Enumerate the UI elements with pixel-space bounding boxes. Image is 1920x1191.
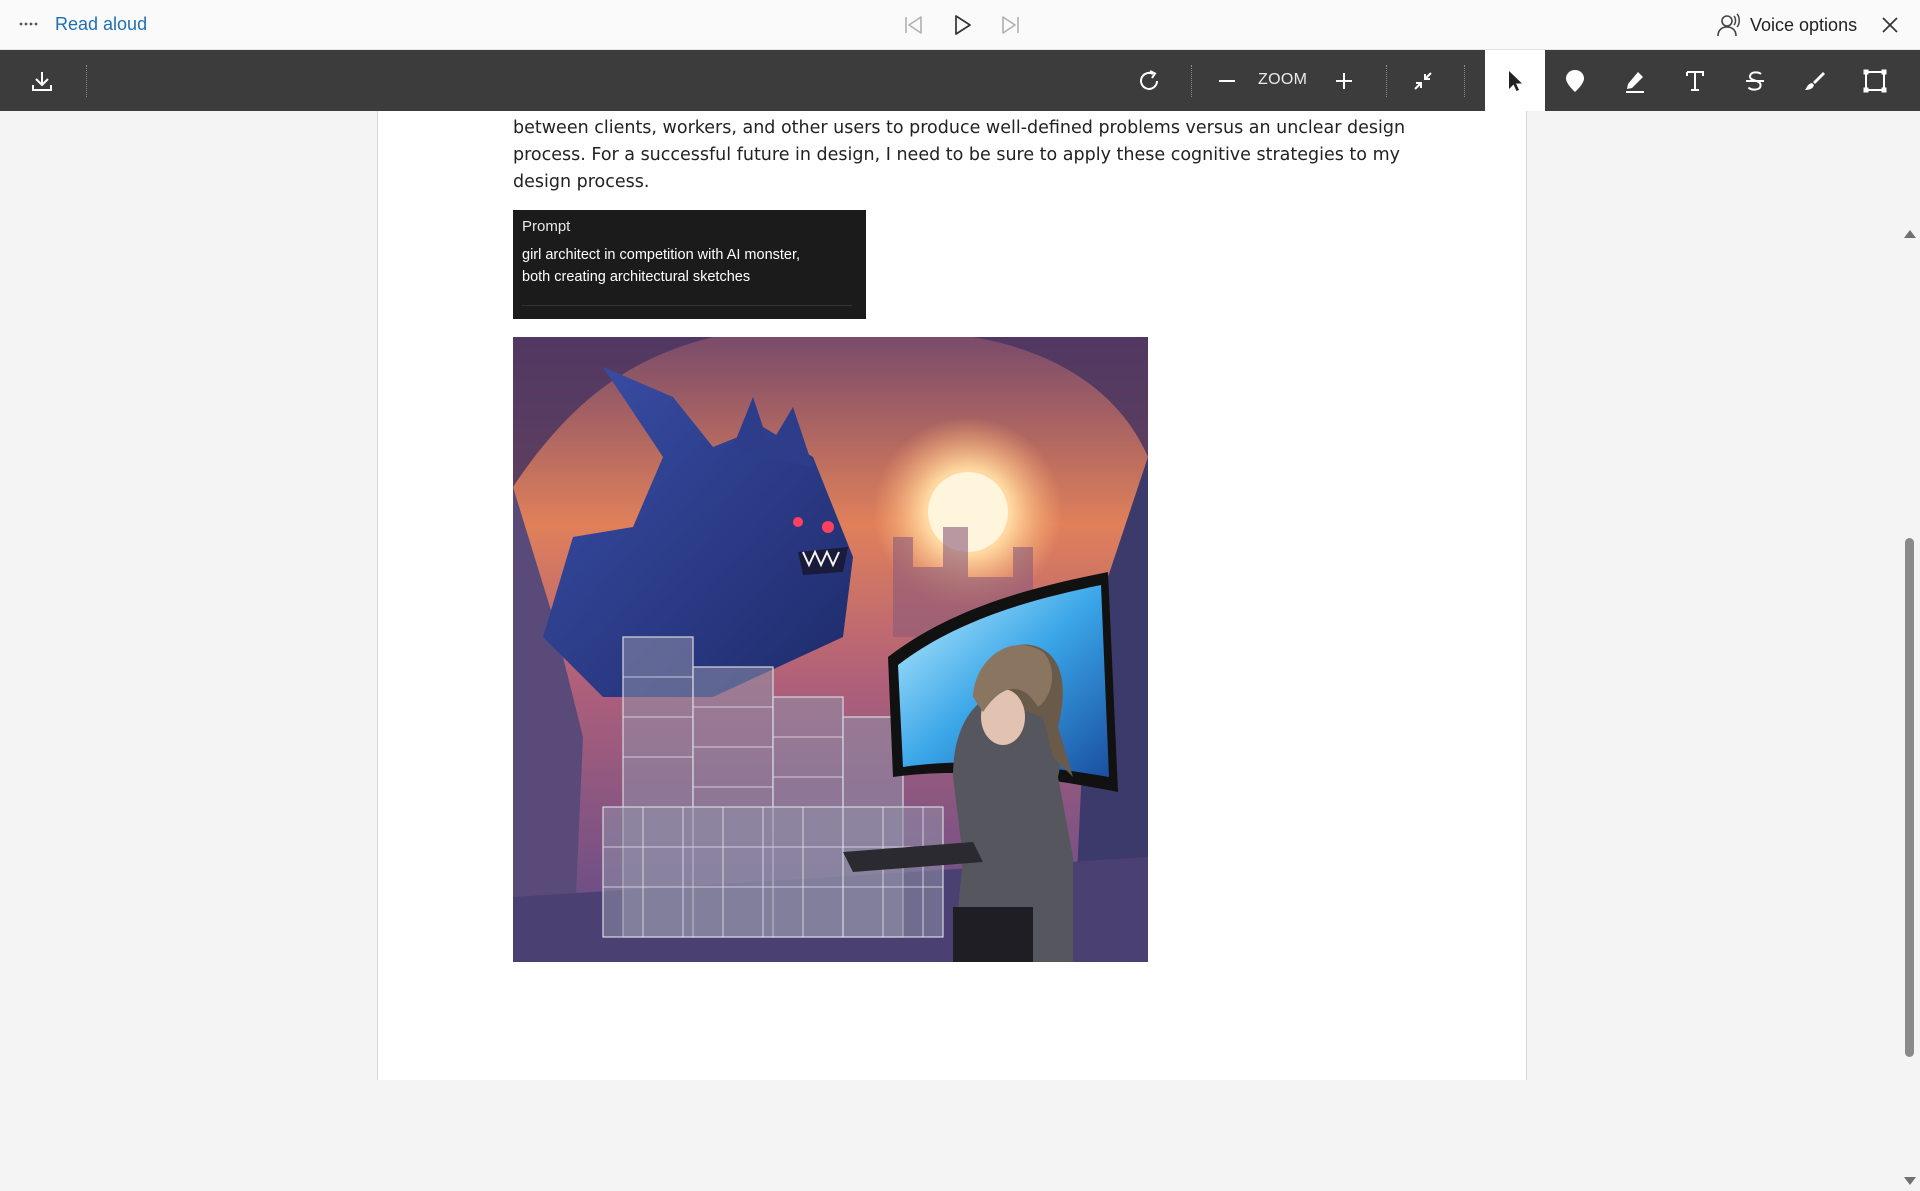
- zoom-label: ZOOM: [1258, 71, 1308, 88]
- read-aloud-bar: Read aloud Voice options: [0, 0, 1920, 50]
- scroll-thumb[interactable]: [1905, 538, 1914, 1057]
- download-icon: [32, 71, 52, 91]
- download-button[interactable]: [12, 50, 72, 111]
- play-icon: [955, 15, 971, 35]
- next-button[interactable]: [997, 11, 1025, 39]
- highlight-tool-button[interactable]: [1605, 50, 1665, 111]
- draw-icon: [1805, 71, 1825, 90]
- next-icon: [1002, 16, 1019, 34]
- pin-icon: [1566, 69, 1584, 92]
- strikethrough-icon: [1746, 70, 1764, 91]
- zoom-out-button[interactable]: [1197, 50, 1257, 111]
- rotate-icon: [1140, 69, 1158, 90]
- prompt-line: girl architect in competition with AI mo…: [522, 247, 801, 263]
- zoom-out-icon: [1219, 79, 1235, 82]
- strikethrough-tool-button[interactable]: [1725, 50, 1785, 111]
- prompt-card: Prompt girl architect in competition wit…: [513, 210, 866, 319]
- rotate-button[interactable]: [1119, 50, 1179, 111]
- ai-generated-illustration: [513, 337, 1148, 962]
- pin-tool-button[interactable]: [1545, 50, 1605, 111]
- toolbar-separator: [1386, 65, 1387, 97]
- crop-icon: [1863, 69, 1887, 92]
- voice-options-button[interactable]: Voice options: [1716, 11, 1857, 39]
- paragraph-line: process. For a successful future in desi…: [513, 145, 1400, 165]
- vertical-scrollbar[interactable]: [1899, 222, 1920, 1191]
- zoom-in-button[interactable]: [1314, 50, 1374, 111]
- prompt-title: Prompt: [522, 218, 571, 235]
- crop-tool-button[interactable]: [1845, 50, 1905, 111]
- document-page: between clients, workers, and other user…: [377, 111, 1527, 1080]
- text-tool-button[interactable]: [1665, 50, 1725, 111]
- select-tool-button[interactable]: [1485, 50, 1545, 111]
- close-icon: [1882, 17, 1898, 33]
- select-icon: [1509, 70, 1522, 91]
- more-dots-icon[interactable]: [18, 12, 42, 36]
- scroll-up-arrow-icon[interactable]: [1904, 230, 1916, 238]
- draw-tool-button[interactable]: [1785, 50, 1845, 111]
- toolbar-separator: [1464, 65, 1465, 97]
- previous-icon: [905, 16, 922, 34]
- scroll-down-arrow-icon[interactable]: [1904, 1177, 1916, 1185]
- highlight-icon: [1626, 71, 1644, 93]
- read-aloud-label: Read aloud: [55, 14, 148, 34]
- previous-button[interactable]: [899, 11, 927, 39]
- paragraph-line: between clients, workers, and other user…: [513, 118, 1406, 138]
- paragraph-line: design process.: [513, 172, 650, 192]
- voice-options-label: Voice options: [1750, 14, 1858, 35]
- voice-person-icon: [1717, 13, 1740, 37]
- prompt-text: girl architect in competition with AI mo…: [522, 244, 857, 288]
- text-icon: [1686, 70, 1704, 91]
- prompt-divider: [522, 305, 852, 306]
- toolbar-separator: [86, 65, 87, 97]
- toolbar-separator: [1191, 65, 1192, 97]
- fit-page-button[interactable]: [1393, 50, 1453, 111]
- zoom-in-icon: [1336, 72, 1352, 89]
- prompt-line: both creating architectural sketches: [522, 269, 751, 285]
- body-paragraph: between clients, workers, and other user…: [513, 115, 1413, 196]
- document-viewer: between clients, workers, and other user…: [0, 111, 1920, 1191]
- play-button[interactable]: [948, 11, 976, 39]
- close-read-aloud-button[interactable]: [1876, 11, 1904, 39]
- pdf-toolbar: ZOOM: [0, 50, 1920, 111]
- fit-page-icon: [1414, 71, 1432, 90]
